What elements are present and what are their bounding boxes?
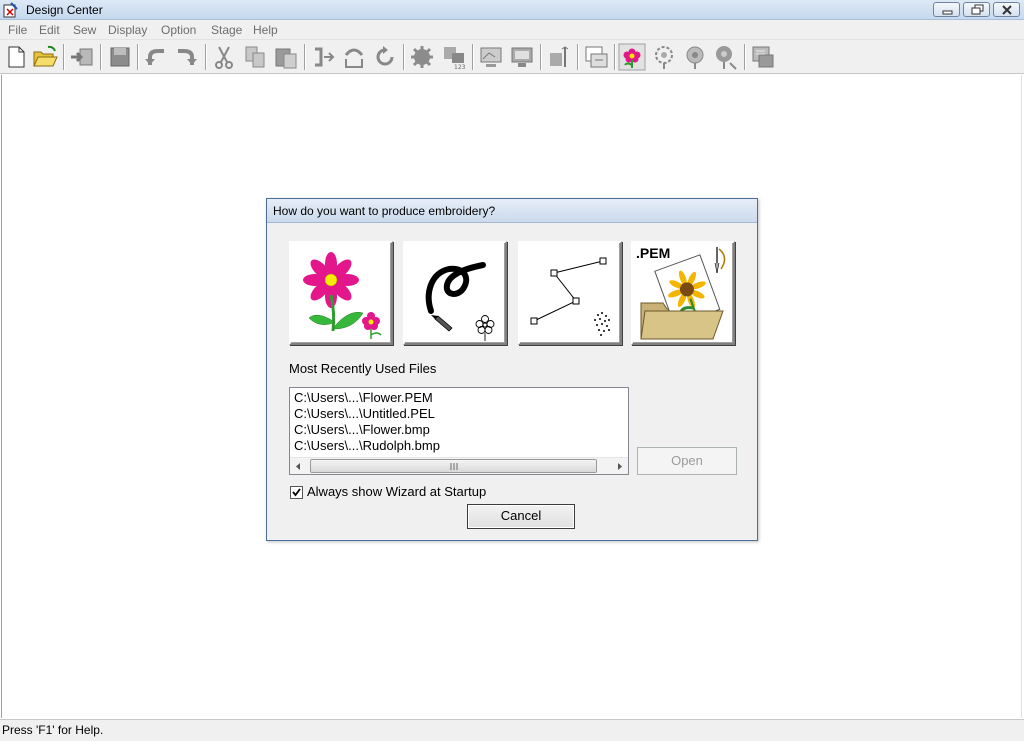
status-bar: Press 'F1' for Help.	[0, 719, 1024, 741]
menu-sew[interactable]: Sew	[73, 23, 96, 37]
scroll-right-icon[interactable]	[614, 461, 626, 472]
restore-icon	[971, 4, 984, 15]
menu-option[interactable]: Option	[161, 23, 196, 37]
freehand-pen-icon	[425, 262, 495, 341]
fill-flower-icon[interactable]	[712, 43, 740, 71]
choice-open-pem-file[interactable]: .PEM	[631, 241, 735, 345]
toolbar-separator	[744, 44, 746, 70]
paste-icon[interactable]	[272, 43, 300, 71]
redo-icon[interactable]	[172, 43, 200, 71]
menu-help[interactable]: Help	[253, 23, 278, 37]
close-icon	[1002, 5, 1012, 15]
dialog-title-bar: How do you want to produce embroidery?	[267, 199, 757, 223]
pem-folder-icon	[640, 247, 726, 340]
mru-file-list[interactable]: C:\Users\...\Flower.PEM C:\Users\...\Unt…	[289, 387, 629, 475]
toolbar-separator	[100, 44, 102, 70]
mru-label: Most Recently Used Files	[289, 361, 437, 376]
toolbar-separator	[205, 44, 207, 70]
menu-stage[interactable]: Stage	[211, 23, 242, 37]
stitch-order-icon[interactable]: 123	[440, 43, 468, 71]
toolbar-separator	[403, 44, 405, 70]
toolbar-separator	[540, 44, 542, 70]
close-button[interactable]	[993, 2, 1020, 17]
window-title: Design Center	[26, 3, 103, 17]
open-folder-icon[interactable]	[31, 43, 59, 71]
mru-item[interactable]: C:\Users\...\Flower.bmp	[294, 422, 430, 437]
app-icon[interactable]	[3, 2, 19, 18]
cancel-button[interactable]: Cancel	[467, 504, 575, 529]
toolbar-separator	[304, 44, 306, 70]
always-show-wizard-checkbox[interactable]	[290, 486, 303, 499]
svg-text:123: 123	[454, 64, 466, 71]
mru-item[interactable]: C:\Users\...\Flower.PEM	[294, 390, 433, 405]
stitch-simulator-icon[interactable]	[545, 43, 573, 71]
transfer-icon[interactable]	[749, 43, 777, 71]
scrollbar-thumb[interactable]	[310, 459, 597, 473]
menu-file[interactable]: File	[8, 23, 27, 37]
display-icon[interactable]	[508, 43, 536, 71]
new-file-icon[interactable]	[2, 43, 30, 71]
outline-flower-icon[interactable]	[650, 43, 678, 71]
choice-line-drawing[interactable]	[518, 241, 622, 345]
menu-edit[interactable]: Edit	[39, 23, 60, 37]
toolbar: 123	[0, 40, 1024, 74]
toolbar-separator	[63, 44, 65, 70]
flip-horizontal-icon[interactable]	[309, 43, 337, 71]
flower-image-icon	[303, 252, 382, 339]
scroll-left-icon[interactable]	[292, 461, 304, 472]
toolbar-separator	[472, 44, 474, 70]
horizontal-scrollbar[interactable]	[290, 457, 628, 474]
cut-icon[interactable]	[210, 43, 238, 71]
title-bar: Design Center	[0, 0, 1024, 20]
restore-button[interactable]	[963, 2, 990, 17]
status-text: Press 'F1' for Help.	[2, 723, 104, 737]
embroidery-wizard-dialog: How do you want to produce embroidery? .…	[266, 198, 758, 541]
menu-display[interactable]: Display	[108, 23, 147, 37]
flower-stage-icon[interactable]	[618, 43, 646, 71]
toolbar-separator	[614, 44, 616, 70]
copy-icon[interactable]	[241, 43, 269, 71]
checkmark-icon	[292, 488, 301, 497]
menu-bar: File Edit Sew Display Option Stage Help	[0, 20, 1024, 40]
toolbar-separator	[577, 44, 579, 70]
minimize-button[interactable]	[933, 2, 960, 17]
print-preview-icon[interactable]	[582, 43, 610, 71]
save-icon[interactable]	[106, 43, 134, 71]
dialog-title: How do you want to produce embroidery?	[273, 204, 496, 218]
always-show-wizard-label[interactable]: Always show Wizard at Startup	[307, 484, 486, 499]
open-button[interactable]: Open	[637, 447, 737, 475]
choice-freehand-drawing[interactable]	[403, 241, 507, 345]
choice-image-to-embroidery[interactable]	[289, 241, 393, 345]
mru-item[interactable]: C:\Users\...\Untitled.PEL	[294, 406, 435, 421]
flip-vertical-icon[interactable]	[340, 43, 368, 71]
grip-icon	[450, 463, 458, 470]
toolbar-separator	[137, 44, 139, 70]
undo-icon[interactable]	[142, 43, 170, 71]
mru-item[interactable]: C:\Users\...\Rudolph.bmp	[294, 438, 440, 453]
rotate-icon[interactable]	[371, 43, 399, 71]
import-icon[interactable]	[68, 43, 96, 71]
preview-icon[interactable]	[477, 43, 505, 71]
line-nodes-icon	[530, 257, 610, 336]
sew-settings-icon[interactable]	[408, 43, 436, 71]
minimize-icon	[942, 10, 953, 15]
stitch-flower-icon[interactable]	[681, 43, 709, 71]
